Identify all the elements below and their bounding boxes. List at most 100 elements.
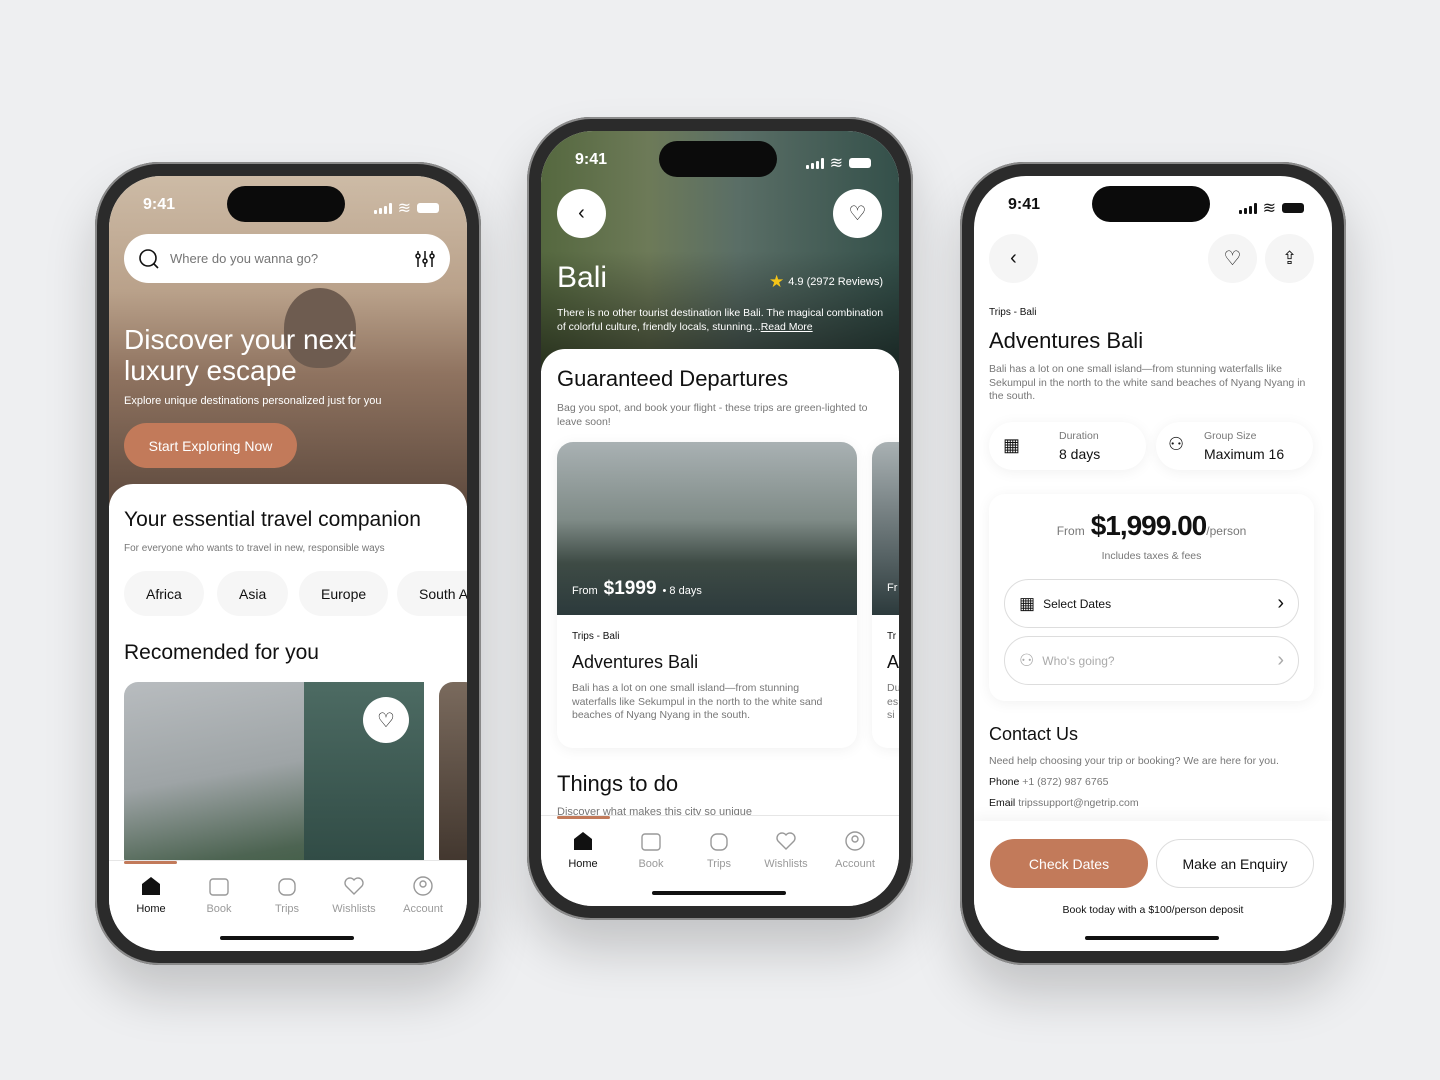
price-days: • 8 days bbox=[662, 585, 702, 597]
signal-icon bbox=[1238, 202, 1257, 214]
tab-label: Account bbox=[403, 903, 443, 915]
signal-icon bbox=[373, 202, 392, 214]
tab-account[interactable]: Account bbox=[821, 830, 889, 870]
wifi-icon: ≋ bbox=[1262, 200, 1276, 217]
phone-value[interactable]: +1 (872) 987 6765 bbox=[1022, 776, 1108, 788]
wishlist-heart-button[interactable]: ♡ bbox=[1208, 234, 1257, 283]
battery-icon bbox=[417, 203, 439, 213]
phone-label: Phone bbox=[989, 776, 1020, 788]
back-button[interactable]: ‹ bbox=[989, 234, 1038, 283]
search-input[interactable] bbox=[170, 251, 404, 266]
trip-description: Bali has a lot on one small island—from … bbox=[572, 682, 823, 721]
rating: ★ 4.9 (2972 Reviews) bbox=[769, 272, 883, 292]
tab-label: Book bbox=[638, 858, 664, 870]
breadcrumb: Trips - Bali bbox=[989, 307, 1037, 318]
users-icon: ⚇ bbox=[1168, 434, 1185, 454]
home-indicator bbox=[220, 936, 354, 940]
tab-label: Wishlists bbox=[332, 903, 376, 915]
check-dates-button[interactable]: Check Dates bbox=[990, 839, 1148, 888]
contact-phone: Phone +1 (872) 987 6765 bbox=[989, 776, 1108, 788]
start-exploring-button[interactable]: Start Exploring Now bbox=[124, 423, 297, 468]
group-size-stat: ⚇ Group Size Maximum 16 bbox=[1156, 422, 1313, 470]
trip-title: Adventures Bali bbox=[572, 652, 699, 672]
chevron-right-icon: › bbox=[1277, 649, 1284, 671]
tab-book[interactable]: Book bbox=[617, 830, 685, 870]
price-from: From bbox=[1056, 524, 1085, 538]
recommended-title: Recomended for you bbox=[124, 641, 319, 664]
trip-detail-screen: 9:41 ≋ ‹ ♡ ⇪ Trips - Bali Adventures Bal… bbox=[974, 176, 1332, 951]
wishlist-heart-button[interactable]: ♡ bbox=[833, 189, 882, 238]
chip-africa[interactable]: Africa bbox=[124, 571, 204, 616]
contact-email: Email tripssupport@ngetrip.com bbox=[989, 797, 1139, 809]
heart-icon: ♡ bbox=[848, 203, 867, 225]
section-subtitle: Bag you spot, and book your flight - the… bbox=[557, 402, 868, 428]
trip-title: A bbox=[887, 652, 899, 672]
heart-icon: ♡ bbox=[1223, 248, 1242, 270]
description-text: There is no other tourist destination li… bbox=[557, 307, 884, 333]
calendar-icon: ▦ bbox=[1003, 435, 1021, 455]
section-subtitle: For everyone who wants to travel in new,… bbox=[124, 543, 385, 554]
heart-icon bbox=[776, 832, 796, 850]
home-screen: 9:41 ≋ Discover your nextluxury escape E… bbox=[109, 176, 467, 951]
user-circle-icon bbox=[413, 876, 433, 896]
select-dates-label: Select Dates bbox=[1043, 596, 1112, 611]
chevron-left-icon: ‹ bbox=[578, 202, 585, 224]
trip-description: Du es si bbox=[887, 682, 899, 721]
hero-title-line: luxury escape bbox=[124, 355, 297, 386]
status-time: 9:41 bbox=[575, 151, 608, 168]
search-icon bbox=[139, 248, 159, 269]
dynamic-island bbox=[227, 186, 345, 222]
chip-south-america[interactable]: South America bbox=[397, 571, 467, 616]
tab-account[interactable]: Account bbox=[389, 875, 457, 915]
whos-going-label: Who's going? bbox=[1042, 653, 1115, 668]
battery-icon bbox=[1282, 203, 1304, 213]
read-more-link[interactable]: Read More bbox=[761, 321, 813, 333]
rating-text: 4.9 (2972 Reviews) bbox=[788, 276, 883, 288]
status-icons: ≋ bbox=[1238, 198, 1304, 218]
email-value[interactable]: tripssupport@ngetrip.com bbox=[1018, 797, 1138, 809]
chevron-right-icon: › bbox=[1277, 592, 1284, 614]
tab-wishlists[interactable]: Wishlists bbox=[320, 875, 388, 915]
whos-going-field[interactable]: ⚇ Who's going? › bbox=[1004, 636, 1299, 685]
trip-title: Adventures Bali bbox=[989, 328, 1144, 353]
recommended-card-next[interactable] bbox=[439, 682, 467, 872]
tab-trips[interactable]: Trips bbox=[685, 830, 753, 870]
phone-trip-detail: 9:41 ≋ ‹ ♡ ⇪ Trips - Bali Adventures Bal… bbox=[960, 162, 1346, 965]
wifi-icon: ≋ bbox=[829, 155, 843, 172]
tab-home[interactable]: Home bbox=[549, 830, 617, 870]
tab-book[interactable]: Book bbox=[185, 875, 253, 915]
select-dates-field[interactable]: ▦ Select Dates › bbox=[1004, 579, 1299, 628]
star-icon: ★ bbox=[768, 272, 785, 291]
tab-wishlists[interactable]: Wishlists bbox=[752, 830, 820, 870]
section-title: Guaranteed Departures bbox=[557, 366, 789, 391]
filter-icon[interactable] bbox=[414, 250, 436, 268]
tab-label: Home bbox=[568, 858, 598, 870]
chip-europe[interactable]: Europe bbox=[299, 571, 389, 616]
trip-card[interactable]: From $1999 • 8 days Trips - Bali Adventure… bbox=[557, 442, 857, 748]
hero-title-line: Discover your next bbox=[124, 324, 356, 355]
things-title: Things to do bbox=[557, 771, 679, 796]
dynamic-island bbox=[659, 141, 777, 177]
tab-label: Trips bbox=[274, 903, 300, 915]
chip-asia[interactable]: Asia bbox=[217, 571, 289, 616]
price-from: From bbox=[572, 585, 598, 597]
group-value: Maximum 16 bbox=[1204, 446, 1285, 462]
price-value: $1999 bbox=[603, 578, 657, 599]
contact-text: Need help choosing your trip or booking?… bbox=[989, 755, 1279, 767]
home-indicator bbox=[1085, 936, 1219, 940]
back-button[interactable]: ‹ bbox=[557, 189, 606, 238]
status-time: 9:41 bbox=[143, 196, 176, 213]
tab-home[interactable]: Home bbox=[117, 875, 185, 915]
price-value: $1,999.00 bbox=[1090, 510, 1208, 541]
tab-trips[interactable]: Trips bbox=[253, 875, 321, 915]
luggage-icon bbox=[710, 833, 728, 851]
users-icon: ⚇ bbox=[1019, 650, 1035, 670]
status-icons: ≋ bbox=[805, 153, 871, 173]
make-enquiry-button[interactable]: Make an Enquiry bbox=[1156, 839, 1314, 888]
share-button[interactable]: ⇪ bbox=[1265, 234, 1314, 283]
tab-label: Home bbox=[136, 903, 166, 915]
phone-destination: 9:41 ≋ ‹ ♡ Bali ★ 4.9 (2972 Reviews) Ther… bbox=[527, 117, 913, 920]
search-bar[interactable] bbox=[124, 234, 450, 283]
trip-card-next[interactable]: Fr Tr A Du es si bbox=[872, 442, 899, 748]
wishlist-heart-button[interactable]: ♡ bbox=[363, 697, 409, 743]
